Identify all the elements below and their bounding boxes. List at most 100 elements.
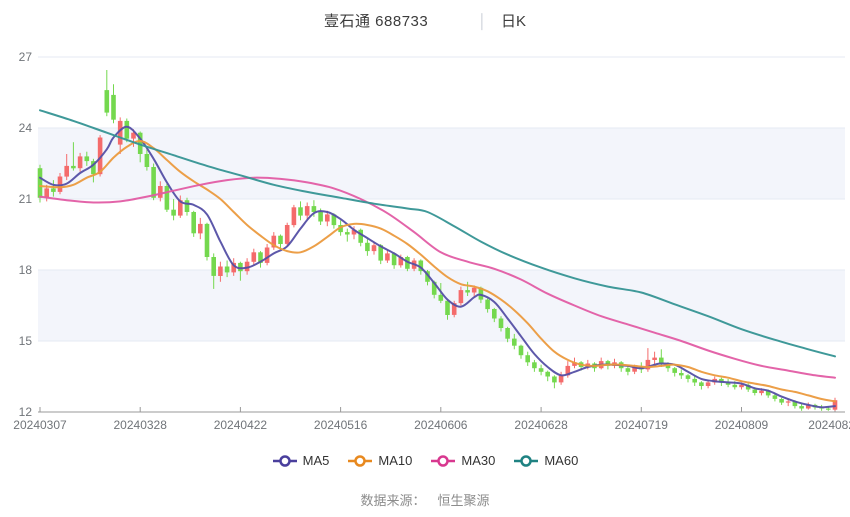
candle-down — [799, 406, 804, 408]
y-axis-label: 21 — [19, 192, 33, 206]
candle-down — [626, 368, 631, 372]
x-axis-label: 20240628 — [514, 418, 568, 432]
data-source-label: 数据来源： — [360, 493, 425, 508]
candle-down — [125, 121, 130, 139]
candle-down — [699, 382, 704, 386]
candle-up — [706, 382, 711, 386]
candle-down — [145, 154, 150, 167]
x-axis-label: 20240328 — [114, 418, 168, 432]
candle-down — [499, 319, 504, 329]
candle-down — [686, 375, 691, 379]
candle-down — [358, 230, 363, 243]
candle-up — [64, 166, 69, 177]
y-axis-label: 18 — [19, 263, 33, 277]
candle-down — [539, 368, 544, 372]
candle-up — [78, 156, 83, 168]
candle-down — [552, 377, 557, 383]
y-axis-label: 24 — [19, 121, 33, 135]
candle-up — [385, 253, 390, 260]
y-axis-label: 12 — [19, 405, 33, 419]
candle-down — [298, 207, 303, 215]
x-axis-label: 20240809 — [715, 418, 769, 432]
legend-label: MA10 — [378, 453, 412, 468]
candle-down — [38, 168, 43, 198]
candle-down — [512, 339, 517, 346]
candle-down — [485, 300, 490, 310]
candle-down — [312, 206, 317, 212]
candle-down — [826, 409, 831, 410]
x-axis-label: 20240719 — [615, 418, 669, 432]
candle-down — [779, 399, 784, 403]
candle-down — [532, 362, 537, 368]
candle-up — [252, 252, 257, 261]
legend-label: MA60 — [544, 453, 578, 468]
data-source-value: 恒生聚源 — [438, 493, 490, 508]
legend-marker-ma5 — [272, 454, 298, 468]
legend-item-ma10[interactable]: MA10 — [347, 453, 412, 468]
legend-marker-ma10 — [347, 454, 373, 468]
candle-up — [652, 358, 657, 360]
candle-up — [285, 225, 290, 244]
candle-down — [105, 90, 110, 113]
candle-down — [505, 328, 510, 339]
legend-marker-ma60 — [513, 454, 539, 468]
legend-marker-ma30 — [430, 454, 456, 468]
candle-down — [439, 295, 444, 301]
plot-band — [38, 270, 845, 341]
candle-up — [158, 186, 163, 198]
x-axis-label: 20240829 — [808, 418, 850, 432]
candle-down — [365, 243, 370, 251]
candle-down — [278, 236, 283, 244]
candle-down — [733, 385, 738, 387]
candle-down — [71, 166, 76, 168]
y-axis-label: 27 — [19, 50, 33, 64]
candle-up — [372, 245, 377, 251]
candle-up — [759, 391, 764, 393]
candle-up — [218, 267, 223, 277]
data-source-note: 数据来源： 恒生聚源 — [0, 490, 850, 509]
candle-up — [265, 248, 270, 263]
candle-up — [459, 290, 464, 303]
candle-down — [465, 290, 470, 292]
candle-down — [211, 257, 216, 276]
candle-down — [171, 210, 176, 216]
candle-down — [445, 301, 450, 315]
candle-up — [305, 206, 310, 216]
candle-down — [191, 212, 196, 233]
candle-up — [472, 288, 477, 293]
candle-up — [292, 207, 297, 225]
candle-down — [519, 346, 524, 356]
candle-up — [325, 214, 330, 221]
candle-down — [492, 309, 497, 319]
candle-down — [238, 263, 243, 271]
candle-down — [525, 355, 530, 362]
candle-down — [165, 186, 170, 210]
candle-down — [185, 200, 190, 212]
legend-item-ma60[interactable]: MA60 — [513, 453, 578, 468]
ma-legend: MA5 MA10 MA30 MA60 — [0, 453, 850, 468]
kline-chart-area[interactable]: 2724211815122024030720240328202404222024… — [0, 0, 850, 450]
candle-down — [345, 232, 350, 234]
y-axis-label: 15 — [19, 334, 33, 348]
candle-down — [111, 95, 116, 120]
candle-down — [679, 373, 684, 375]
candle-down — [151, 167, 156, 198]
candle-down — [692, 379, 697, 383]
stock-chart-page: 壹石通 688733 │ 日K 272421181512202403072024… — [0, 0, 850, 517]
candle-down — [225, 267, 230, 273]
candle-up — [739, 385, 744, 387]
x-axis-label: 20240307 — [13, 418, 67, 432]
candle-down — [51, 188, 56, 192]
x-axis-label: 20240516 — [314, 418, 368, 432]
candle-down — [753, 390, 758, 394]
legend-label: MA30 — [461, 453, 495, 468]
candle-down — [318, 212, 323, 222]
candle-down — [545, 372, 550, 377]
legend-item-ma30[interactable]: MA30 — [430, 453, 495, 468]
candle-down — [773, 395, 778, 399]
legend-item-ma5[interactable]: MA5 — [272, 453, 330, 468]
candle-down — [205, 224, 210, 257]
kline-chart-canvas[interactable]: 2724211815122024030720240328202404222024… — [0, 0, 850, 445]
candle-down — [672, 368, 677, 373]
candle-up — [198, 224, 203, 234]
